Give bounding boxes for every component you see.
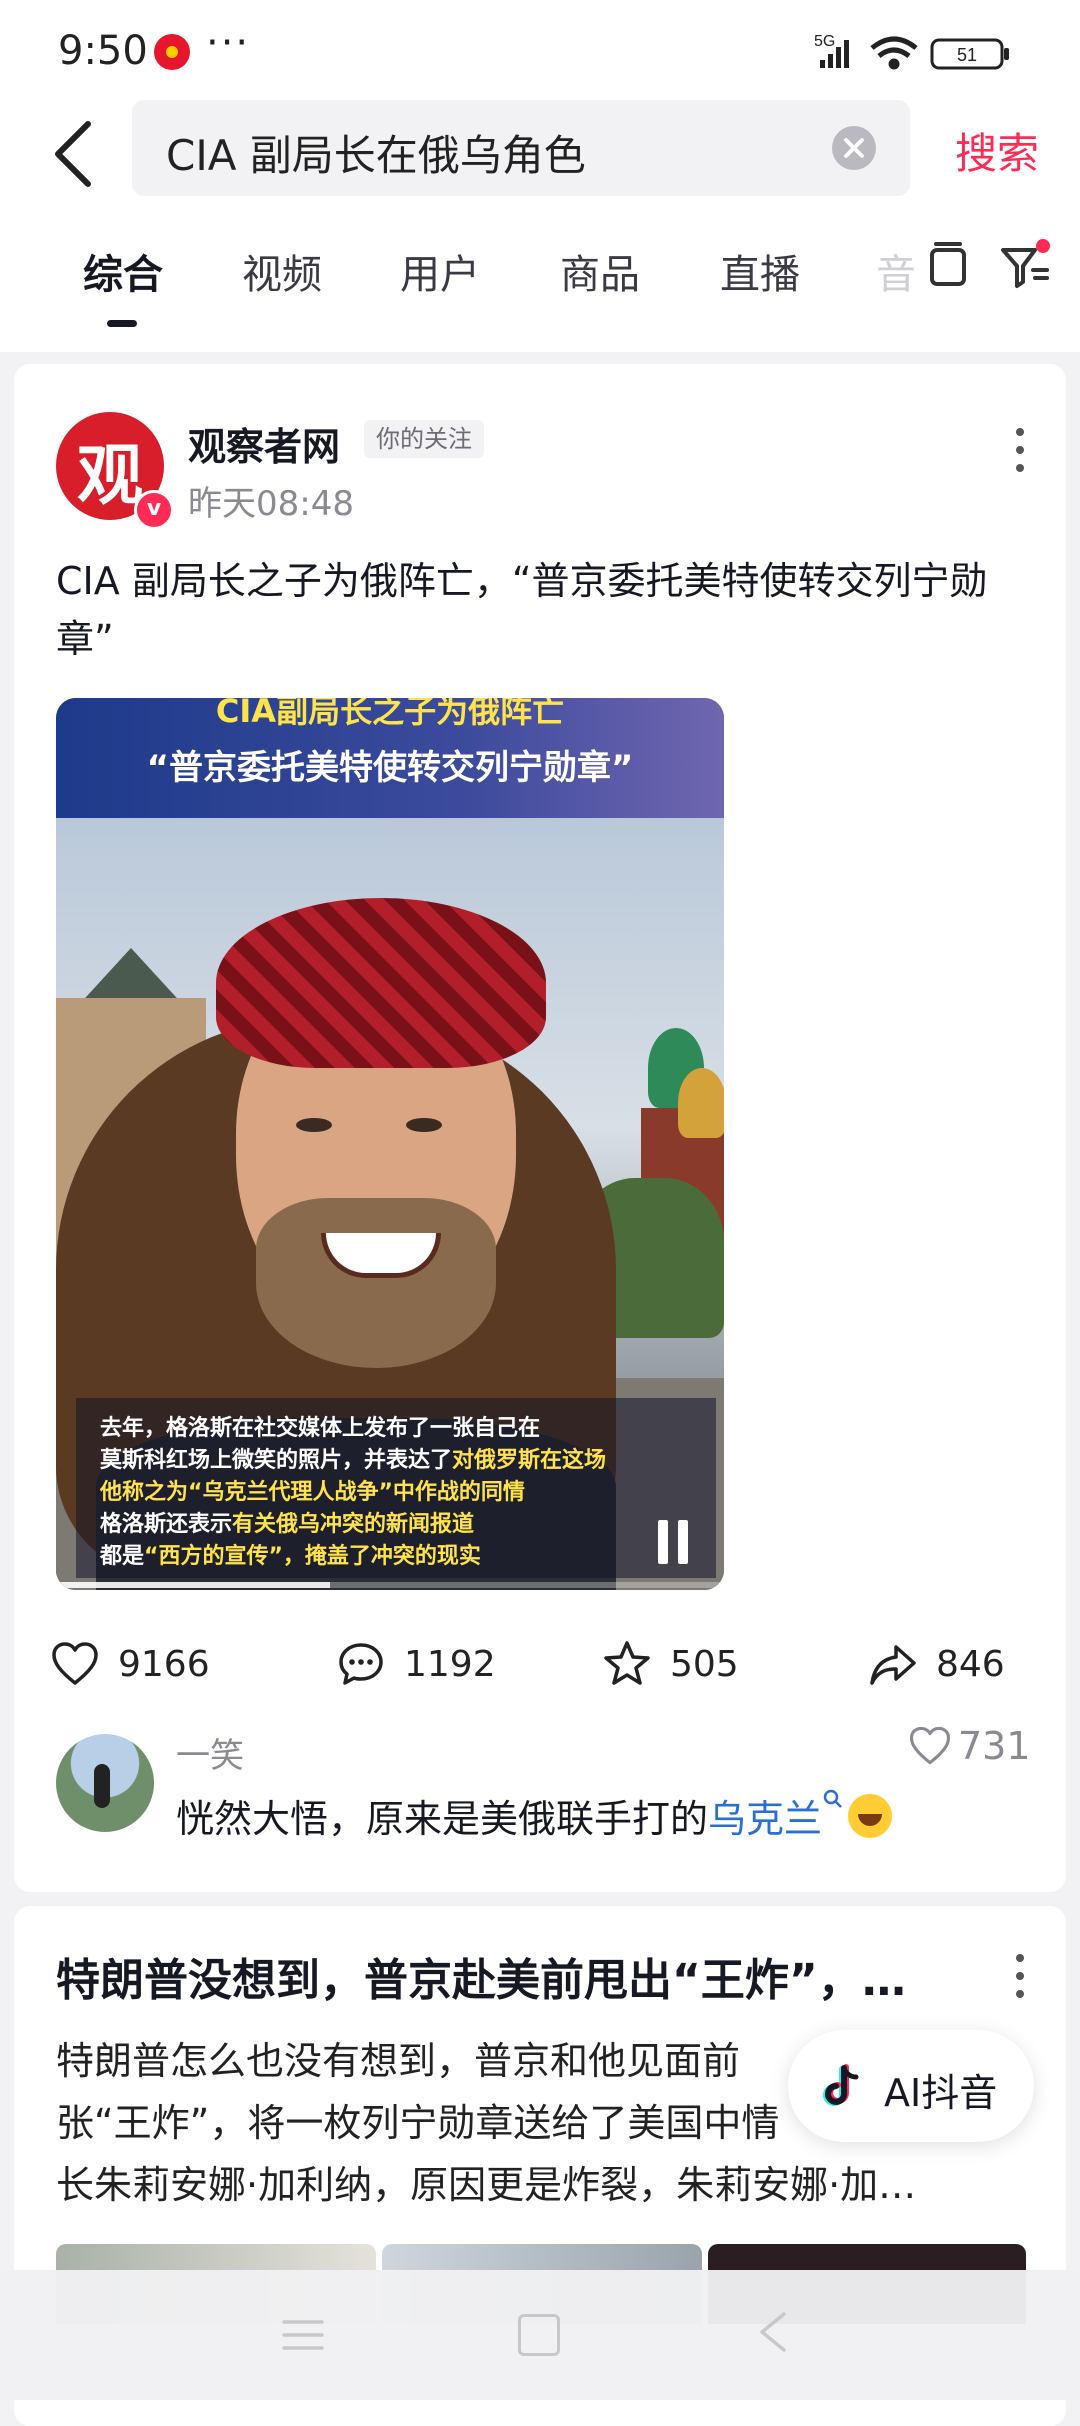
subtitle-line: 去年，格洛斯在社交媒体上发布了一张自己在 — [100, 1416, 541, 1441]
person-bandana — [216, 898, 546, 1068]
video-banner-top: CIA副局长之子为俄阵亡 — [215, 698, 565, 730]
article-title[interactable]: 特朗普没想到，普京赴美前甩出“王炸”，… — [56, 1944, 936, 2008]
recent-apps-icon[interactable] — [282, 2318, 324, 2352]
device-icon[interactable] — [922, 236, 974, 296]
comment-search-link[interactable]: 乌克兰 — [708, 1797, 822, 1841]
video-subtitles: 去年，格洛斯在社交媒体上发布了一张自己在 莫斯科红场上微笑的照片，并表达了对俄罗… — [76, 1398, 716, 1578]
ai-douyin-button[interactable]: AI抖音 — [788, 2030, 1034, 2142]
person-eye — [406, 1118, 442, 1132]
back-icon[interactable] — [48, 118, 104, 190]
comment-like-button[interactable]: 731 — [908, 1724, 1031, 1768]
search-button[interactable]: 搜索 — [955, 120, 1039, 181]
share-count: 846 — [936, 1643, 1005, 1685]
commenter-avatar[interactable] — [56, 1734, 154, 1832]
search-tabs: 综合 视频 用户 商品 直播 音 — [0, 212, 1080, 352]
comment-icon — [339, 1643, 383, 1685]
subtitle-line: 莫斯科红场上微笑的照片，并表达了对俄罗斯在这场 — [100, 1448, 607, 1473]
nav-back-icon[interactable] — [754, 2310, 794, 2354]
system-nav-bar — [0, 2270, 1080, 2400]
favorite-button[interactable]: 505 — [602, 1634, 739, 1694]
video-progress-fill — [56, 1582, 330, 1588]
pause-icon[interactable] — [656, 1520, 692, 1564]
search-icon — [823, 1789, 842, 1808]
clear-icon[interactable] — [832, 126, 876, 170]
tab-live[interactable]: 直播 — [720, 242, 800, 300]
author-avatar[interactable]: 观 v — [56, 412, 174, 530]
like-button[interactable]: 9166 — [50, 1634, 210, 1694]
wifi-icon — [870, 36, 918, 70]
subtitle-line: 他称之为“乌克兰代理人战争”中作战的同情 — [100, 1480, 525, 1505]
following-badge: 你的关注 — [364, 420, 484, 458]
search-input[interactable]: CIA 副局长在俄乌角色 — [132, 100, 910, 196]
weibo-icon — [154, 34, 190, 70]
video-post-card[interactable]: 观 v 观察者网 你的关注 昨天08:48 CIA 副局长之子为俄阵亡，“普京委… — [14, 364, 1066, 1892]
more-options-icon[interactable] — [1014, 1952, 1026, 2000]
search-query: CIA 副局长在俄乌角色 — [166, 131, 586, 180]
video-banner: CIA副局长之子为俄阵亡 “普京委托美特使转交列宁勋章” — [56, 698, 724, 818]
star-icon — [604, 1641, 650, 1685]
favorite-count: 505 — [670, 1643, 739, 1685]
author-name[interactable]: 观察者网 — [188, 416, 340, 471]
tab-video[interactable]: 视频 — [242, 242, 322, 300]
status-bar: 9:50 ··· 5G 51 — [0, 0, 1080, 100]
share-icon — [870, 1645, 916, 1685]
post-time: 昨天08:48 — [188, 484, 354, 524]
verified-badge-icon: v — [134, 490, 174, 530]
comment-text[interactable]: 恍然大悟，原来是美俄联手打的乌克兰 — [176, 1788, 893, 1843]
heart-icon — [52, 1642, 98, 1685]
ai-douyin-label: AI抖音 — [884, 2071, 998, 2115]
subtitle-line: 格洛斯还表示有关俄乌冲突的新闻报道 — [100, 1512, 475, 1537]
douyin-logo-icon — [823, 2064, 859, 2106]
post-actions: 9166 1192 505 846 — [14, 1634, 1066, 1694]
commenter-name[interactable]: 一笑 — [176, 1728, 244, 1777]
network-label: 5G — [814, 33, 835, 50]
active-tab-indicator — [107, 320, 137, 327]
onion-dome — [678, 1068, 724, 1138]
person-beard — [256, 1198, 496, 1368]
comment-body: 恍然大悟，原来是美俄联手打的 — [176, 1797, 709, 1841]
battery-level: 51 — [957, 45, 977, 65]
post-title[interactable]: CIA 副局长之子为俄阵亡，“普京委托美特使转交列宁勋章” — [56, 552, 1036, 668]
tab-music[interactable]: 音 — [876, 242, 916, 300]
summary-line: 长朱莉安娜·加利纳，原因更是炸裂，朱莉安娜·加… — [56, 2163, 917, 2207]
more-options-icon[interactable] — [1014, 426, 1026, 474]
laughing-emoji-icon — [848, 1794, 893, 1838]
status-time: 9:50 — [58, 28, 148, 74]
status-more: ··· — [206, 20, 251, 66]
share-button[interactable]: 846 — [868, 1634, 1005, 1694]
tab-users[interactable]: 用户 — [400, 242, 480, 300]
tab-all[interactable]: 综合 — [83, 242, 163, 300]
comment-count: 1192 — [404, 1643, 496, 1685]
person-eye — [296, 1118, 332, 1132]
battery-icon: 51 — [930, 38, 1009, 70]
comment-button[interactable]: 1192 — [336, 1634, 496, 1694]
status-icons: 5G 51 — [814, 33, 1009, 70]
video-player[interactable]: CIA副局长之子为俄阵亡 “普京委托美特使转交列宁勋章” 去年，格洛斯在社交媒体… — [56, 698, 724, 1590]
subtitle-line: 都是“西方的宣传”，掩盖了冲突的现实 — [100, 1544, 481, 1569]
filter-icon[interactable] — [995, 236, 1055, 296]
heart-icon — [909, 1726, 951, 1765]
home-icon[interactable] — [518, 2314, 560, 2356]
video-banner-title: “普京委托美特使转交列宁勋章” — [146, 748, 634, 788]
tab-products[interactable]: 商品 — [560, 242, 640, 300]
like-count: 9166 — [118, 1643, 210, 1685]
comment-like-count: 731 — [958, 1724, 1031, 1768]
video-progress-bar[interactable] — [56, 1582, 724, 1588]
search-header: CIA 副局长在俄乌角色 搜索 — [0, 100, 1080, 212]
